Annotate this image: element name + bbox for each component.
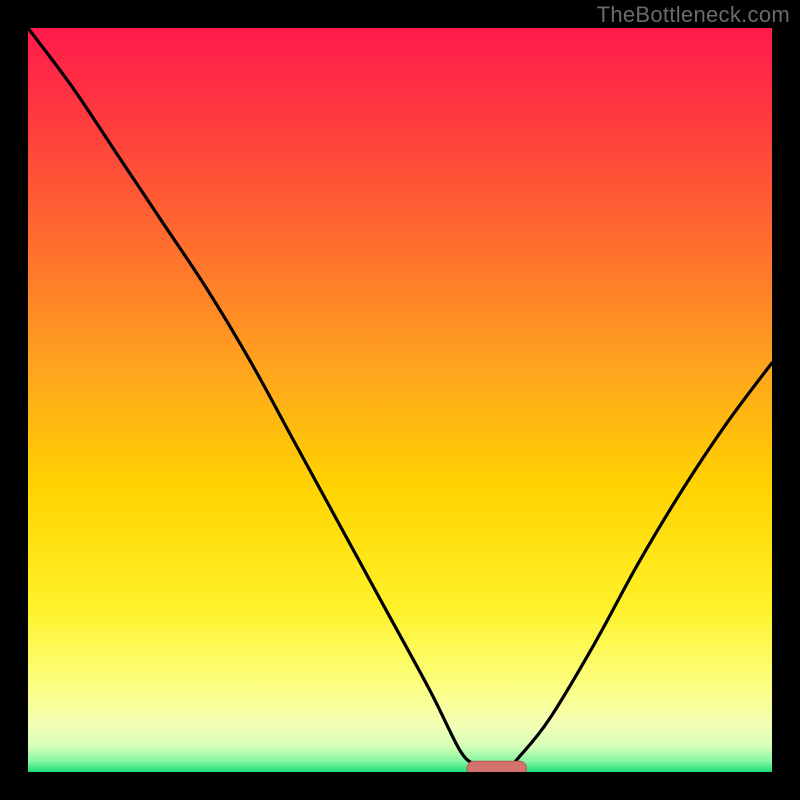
optimal-marker: [467, 761, 527, 772]
gradient-background: [28, 28, 772, 772]
chart-frame: TheBottleneck.com: [0, 0, 800, 800]
plot-area: [28, 28, 772, 772]
bottleneck-chart-svg: [28, 28, 772, 772]
watermark-text: TheBottleneck.com: [597, 2, 790, 28]
